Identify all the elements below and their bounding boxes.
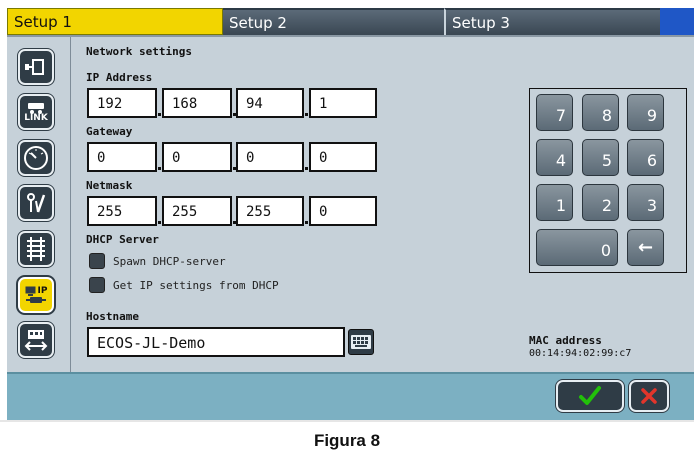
mac-address-value: 00:14:94:02:99:c7 (529, 348, 632, 359)
sidebar-item-gauge[interactable] (18, 140, 54, 176)
netmask-separator (305, 221, 308, 224)
keyboard-icon (351, 335, 371, 349)
netmask-separator (158, 221, 161, 224)
link-icon (28, 102, 44, 114)
gateway-octet-2[interactable]: 0 (162, 142, 232, 172)
get-ip-dhcp-checkbox[interactable] (89, 277, 105, 293)
signal-tools-icon (27, 193, 46, 213)
main-panel: LINK IP Network settings IP Address 192 … (7, 35, 694, 374)
gateway-separator (158, 167, 161, 170)
netmask-label: Netmask (86, 179, 133, 192)
sidebar-item-signals[interactable] (18, 185, 54, 221)
sidebar-link-label: LINK (24, 112, 48, 123)
netmask-octet-4[interactable]: 0 (309, 196, 377, 226)
hostname-input[interactable]: ECOS-JL-Demo (87, 327, 345, 357)
spawn-dhcp-checkbox[interactable] (89, 253, 105, 269)
confirm-button[interactable] (556, 380, 624, 412)
key-8[interactable]: 8 (582, 94, 619, 131)
tab-setup-1[interactable]: Setup 1 (7, 8, 223, 35)
key-2[interactable]: 2 (582, 184, 619, 221)
numeric-keypad: 7 8 9 4 5 6 1 2 3 0 ← (529, 88, 687, 273)
action-bar (7, 372, 694, 421)
gateway-octet-4[interactable]: 0 (309, 142, 377, 172)
tab-setup-2[interactable]: Setup 2 (223, 8, 444, 35)
netmask-octet-2[interactable]: 255 (162, 196, 232, 226)
keyboard-button[interactable] (348, 329, 374, 355)
ip-address-label: IP Address (86, 71, 153, 84)
sidebar-item-network[interactable]: IP (18, 277, 54, 313)
gauge-icon (24, 146, 48, 170)
spawn-dhcp-label: Spawn DHCP-server (113, 255, 226, 268)
netmask-octet-1[interactable]: 255 (87, 196, 157, 226)
key-7[interactable]: 7 (536, 94, 573, 131)
mac-address-label: MAC address (529, 334, 602, 347)
track-icon (27, 237, 45, 261)
ip-octet-1[interactable]: 192 (87, 88, 157, 118)
connector-icon (25, 59, 44, 75)
ip-separator (305, 113, 308, 116)
hostname-label: Hostname (86, 310, 139, 323)
ip-separator (158, 113, 161, 116)
cancel-button[interactable] (629, 380, 669, 412)
key-6[interactable]: 6 (627, 139, 664, 176)
tab-setup-3[interactable]: Setup 3 (444, 8, 660, 35)
key-9[interactable]: 9 (627, 94, 664, 131)
sidebar: LINK IP (7, 37, 71, 374)
sidebar-item-link[interactable]: LINK (18, 94, 54, 130)
backspace-key[interactable]: ← (627, 229, 664, 266)
network-cable-icon (26, 296, 46, 303)
monitor-icon (25, 286, 36, 296)
sidebar-ip-label: IP (37, 285, 48, 296)
key-3[interactable]: 3 (627, 184, 664, 221)
key-1[interactable]: 1 (536, 184, 573, 221)
tab-bar-filler (660, 8, 694, 35)
dhcp-server-title: DHCP Server (86, 233, 159, 246)
network-settings-title: Network settings (86, 45, 192, 58)
sidebar-item-transfer[interactable] (18, 322, 54, 358)
gateway-label: Gateway (86, 125, 133, 138)
netmask-octet-3[interactable]: 255 (236, 196, 304, 226)
tab-bar: Setup 1 Setup 2 Setup 3 (7, 8, 694, 35)
key-4[interactable]: 4 (536, 139, 573, 176)
app-window: Setup 1 Setup 2 Setup 3 LINK IP Network … (0, 0, 694, 458)
transfer-icon (24, 330, 48, 351)
sidebar-item-track[interactable] (18, 231, 54, 267)
get-ip-dhcp-label: Get IP settings from DHCP (113, 279, 279, 292)
ip-octet-3[interactable]: 94 (236, 88, 304, 118)
ip-octet-4[interactable]: 1 (309, 88, 377, 118)
key-0[interactable]: 0 (536, 229, 618, 266)
gateway-separator (305, 167, 308, 170)
figure-caption: Figura 8 (0, 420, 694, 458)
sidebar-item-connector[interactable] (18, 49, 54, 85)
ip-octet-2[interactable]: 168 (162, 88, 232, 118)
gateway-octet-3[interactable]: 0 (236, 142, 304, 172)
gateway-octet-1[interactable]: 0 (87, 142, 157, 172)
key-5[interactable]: 5 (582, 139, 619, 176)
network-ip-icon: IP (25, 285, 48, 296)
checkmark-icon (579, 386, 601, 405)
close-icon (641, 388, 657, 404)
